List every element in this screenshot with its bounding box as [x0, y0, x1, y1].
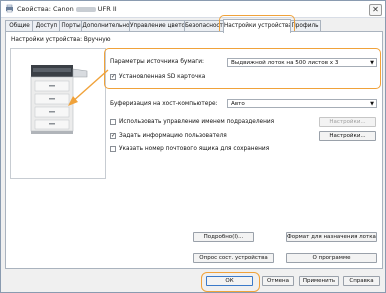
cancel-button[interactable]: Отмена: [262, 276, 294, 286]
chevron-down-icon: ▼: [370, 101, 374, 107]
about-button[interactable]: О программе: [286, 253, 377, 263]
buffering-value: Авто: [231, 101, 245, 107]
device-settings-mode-label: Настройки устройства: Вручную: [11, 37, 111, 43]
user-info-settings-button[interactable]: Настройки...: [319, 131, 376, 141]
buffering-label: Буферизация на хост-компьютере:: [110, 101, 218, 107]
pointer-arrow-icon: [68, 69, 109, 106]
dept-id-label: Использовать управление именем подраздел…: [119, 119, 275, 125]
apply-button[interactable]: Применить: [299, 276, 339, 286]
printer-app-icon: [6, 4, 13, 13]
help-button[interactable]: Справка: [343, 276, 380, 286]
dept-id-checkbox[interactable]: [110, 119, 116, 125]
sd-card-label: Установленная SD карточка: [119, 74, 206, 80]
tab-device-settings[interactable]: Настройки устройства: [223, 19, 291, 33]
details-button[interactable]: Подробно(I)...: [193, 232, 254, 242]
window-title-suffix: UFR II: [97, 5, 117, 13]
mailbox-label: Указать номер почтового ящика для сохран…: [119, 146, 270, 152]
window-title: Свойства: Canon UFR II: [17, 5, 117, 13]
chevron-down-icon: ▼: [370, 60, 374, 66]
mailbox-checkbox[interactable]: [110, 146, 116, 152]
paper-source-dropdown[interactable]: Выдвижной лоток на 500 листов x 3 ▼: [227, 58, 377, 67]
user-info-label: Задать информацию пользователя: [119, 133, 227, 139]
window-title-prefix: Свойства: Canon: [17, 5, 74, 13]
user-info-checkbox[interactable]: ✓: [110, 133, 116, 139]
title-bar: Свойства: Canon UFR II ✕: [1, 1, 385, 18]
redacted-model-name: [75, 6, 96, 12]
paper-source-value: Выдвижной лоток на 500 листов x 3: [231, 60, 339, 66]
paper-source-highlight: [104, 48, 381, 89]
ok-button[interactable]: ОК: [206, 276, 253, 286]
sd-card-checkbox[interactable]: ✓: [110, 74, 116, 80]
tray-format-button[interactable]: Формат для назначения лотка...: [286, 232, 377, 242]
close-button[interactable]: ✕: [369, 4, 382, 16]
properties-window: Свойства: Canon UFR II ✕ Общие Доступ Пор…: [0, 0, 386, 293]
buffering-dropdown[interactable]: Авто ▼: [227, 99, 377, 108]
paper-source-label: Параметры источника бумаги:: [110, 59, 205, 65]
dept-id-settings-button[interactable]: Настройки...: [319, 117, 376, 127]
device-settings-panel: Настройки устройства: Вручную Параметры …: [5, 31, 383, 269]
get-device-status-button[interactable]: Опрос сост. устройства: [193, 253, 274, 263]
